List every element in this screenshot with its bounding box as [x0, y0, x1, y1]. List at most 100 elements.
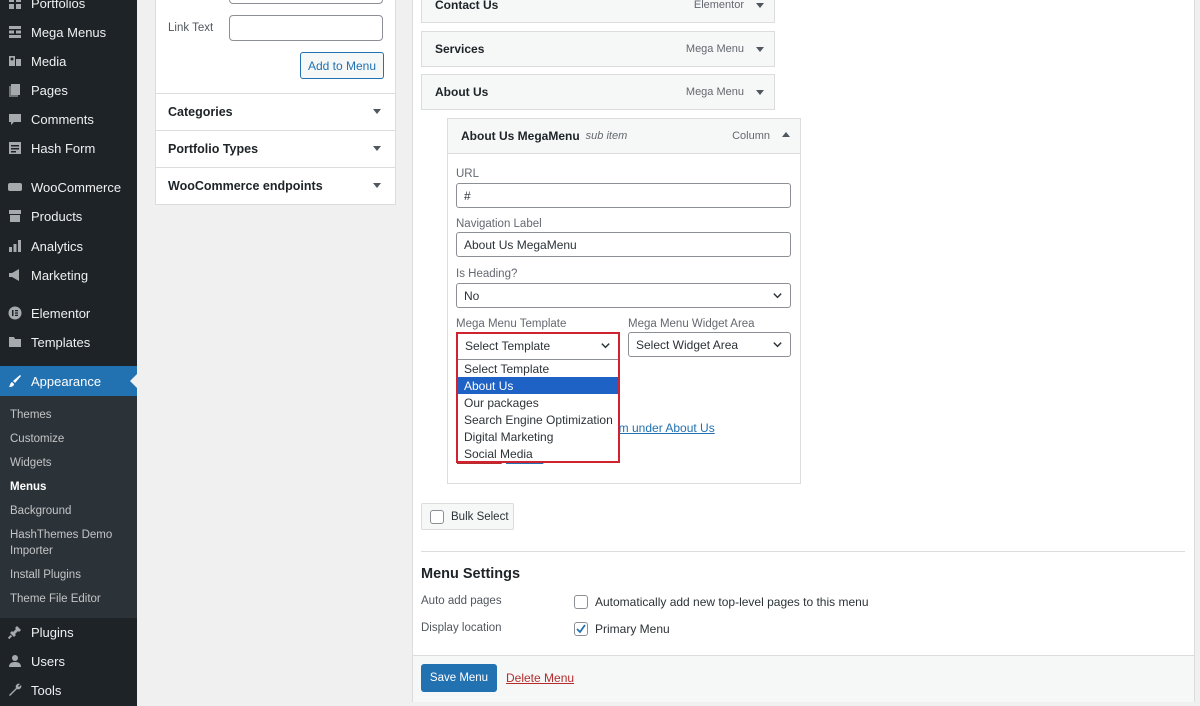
is-heading-label: Is Heading? — [456, 268, 518, 280]
menu-item-type: Mega Menu — [685, 43, 744, 55]
sidebar-item-label: Portfolios — [31, 0, 86, 11]
sidebar-item-label: Hash Form — [31, 140, 96, 156]
megaphone-icon — [8, 268, 22, 282]
sub-item-title: About Us MegaMenu — [461, 129, 580, 143]
is-heading-select[interactable]: No — [456, 283, 791, 308]
primary-menu-option[interactable]: Primary Menu — [574, 622, 670, 636]
sidebar-item-label: Tools — [31, 682, 62, 698]
sidebar-item-mega-menus[interactable]: Mega Menus — [0, 19, 137, 45]
navigation-label-label: Navigation Label — [456, 218, 542, 230]
sidebar-item-hash-form[interactable]: Hash Form — [0, 135, 137, 161]
sidebar-item-woocommerce[interactable]: WooCommerce — [0, 174, 137, 200]
brush-icon — [8, 374, 22, 388]
primary-menu-checkbox[interactable] — [574, 622, 588, 636]
pages-icon — [8, 83, 22, 97]
submenu-themes[interactable]: Themes — [10, 407, 52, 423]
sidebar-item-marketing[interactable]: Marketing — [0, 262, 137, 288]
sidebar-item-tools[interactable]: Tools — [0, 677, 137, 703]
sidebar-item-label: Users — [31, 653, 65, 669]
submenu-hashthemes-demo[interactable]: HashThemes Demo — [10, 527, 112, 543]
plug-icon — [8, 625, 22, 639]
checkbox-icon — [430, 509, 444, 524]
menu-item-title: About Us — [435, 85, 489, 99]
submenu-widgets[interactable]: Widgets — [10, 455, 52, 471]
auto-add-pages-option[interactable]: Automatically add new top-level pages to… — [574, 595, 869, 609]
link-text-input[interactable] — [229, 15, 383, 41]
menu-item-type: Mega Menu — [685, 86, 744, 98]
bar-chart-icon — [8, 239, 22, 253]
auto-add-checkbox[interactable] — [574, 595, 588, 609]
divider — [421, 551, 1185, 552]
url-label: URL — [456, 168, 480, 180]
menu-item-type: Elementor — [693, 0, 744, 11]
highlight-box — [456, 332, 620, 463]
sidebar-item-label: WooCommerce — [31, 179, 122, 195]
menu-item-about-us[interactable]: About Us Mega Menu — [421, 74, 775, 110]
submenu-customize[interactable]: Customize — [10, 431, 64, 447]
sidebar-item-users[interactable]: Users — [0, 648, 137, 674]
folder-icon — [8, 335, 22, 349]
wrench-icon — [8, 683, 22, 697]
widget-area-select[interactable]: Select Widget Area — [628, 332, 791, 357]
menu-item-services[interactable]: Services Mega Menu — [421, 31, 775, 67]
checkmark-icon — [576, 624, 586, 634]
sidebar-item-media[interactable]: Media — [0, 48, 137, 74]
sub-item-header[interactable]: About Us MegaMenu sub item Column — [448, 119, 800, 154]
sidebar-item-templates[interactable]: Templates — [0, 329, 137, 355]
menu-item-title: Services — [435, 42, 485, 56]
sidebar-item-comments[interactable]: Comments — [0, 106, 137, 132]
sub-item-tag: sub item — [585, 130, 628, 142]
delete-menu-link[interactable]: Delete Menu — [506, 671, 574, 685]
caret-up-icon[interactable] — [782, 132, 790, 137]
save-menu-button[interactable]: Save Menu — [421, 664, 497, 692]
accordion-portfolio-types[interactable]: Portfolio Types — [156, 130, 395, 167]
caret-down-icon[interactable] — [756, 3, 764, 8]
submenu-background[interactable]: Background — [10, 503, 71, 519]
comment-icon — [8, 112, 22, 126]
archive-icon — [8, 209, 22, 223]
submenu-theme-file-editor[interactable]: Theme File Editor — [10, 591, 101, 607]
menu-item-contact-us[interactable]: Contact Us Elementor — [421, 0, 775, 23]
caret-down-icon[interactable] — [756, 90, 764, 95]
sidebar-item-products[interactable]: Products — [0, 203, 137, 229]
sidebar-item-label: Elementor — [31, 305, 91, 321]
sidebar-item-label: Analytics — [31, 238, 84, 254]
media-icon — [8, 54, 22, 68]
accordion-label: Categories — [168, 105, 233, 119]
bulk-select-label: Bulk Select — [451, 510, 509, 523]
submenu-install-plugins[interactable]: Install Plugins — [10, 567, 81, 583]
add-to-menu-button[interactable]: Add to Menu — [300, 52, 384, 79]
submenu-importer[interactable]: Importer — [10, 543, 53, 559]
sidebar-item-pages[interactable]: Pages — [0, 77, 137, 103]
sidebar-item-portfolios[interactable]: Portfolios — [0, 0, 137, 16]
sidebar-item-label: Products — [31, 208, 83, 224]
sidebar-item-label: Media — [31, 53, 67, 69]
grid-icon — [8, 25, 22, 39]
appearance-submenu: Themes Customize Widgets Menus Backgroun… — [0, 396, 137, 618]
sidebar-item-elementor[interactable]: Elementor — [0, 300, 137, 326]
caret-down-icon[interactable] — [756, 47, 764, 52]
sidebar-item-label: Plugins — [31, 624, 74, 640]
url-input[interactable]: # — [456, 183, 791, 208]
woo-icon — [8, 180, 22, 194]
sidebar-item-label: Comments — [31, 111, 94, 127]
url-field-partial[interactable] — [229, 0, 383, 4]
accordion-categories[interactable]: Categories — [156, 93, 395, 130]
accordion-label: Portfolio Types — [168, 142, 259, 156]
sidebar-item-plugins[interactable]: Plugins — [0, 619, 137, 645]
auto-add-option-label: Automatically add new top-level pages to… — [595, 595, 869, 609]
accordion-woocommerce-endpoints[interactable]: WooCommerce endpoints — [156, 167, 395, 204]
elementor-icon — [8, 306, 22, 320]
auto-add-pages-label: Auto add pages — [421, 595, 502, 607]
bulk-select-button[interactable]: Bulk Select — [421, 503, 514, 530]
move-under-about-us-link[interactable]: om under About Us — [612, 421, 715, 435]
navigation-label-input[interactable]: About Us MegaMenu — [456, 232, 791, 257]
sidebar-item-analytics[interactable]: Analytics — [0, 233, 137, 259]
link-text-label: Link Text — [168, 22, 214, 34]
sidebar-item-label: Appearance — [31, 373, 102, 389]
submenu-menus[interactable]: Menus — [10, 479, 46, 495]
select-value: Select Widget Area — [636, 337, 739, 352]
menu-item-title: Contact Us — [435, 0, 499, 12]
chevron-down-icon — [772, 339, 783, 353]
sidebar-item-appearance[interactable]: Appearance — [0, 366, 137, 396]
